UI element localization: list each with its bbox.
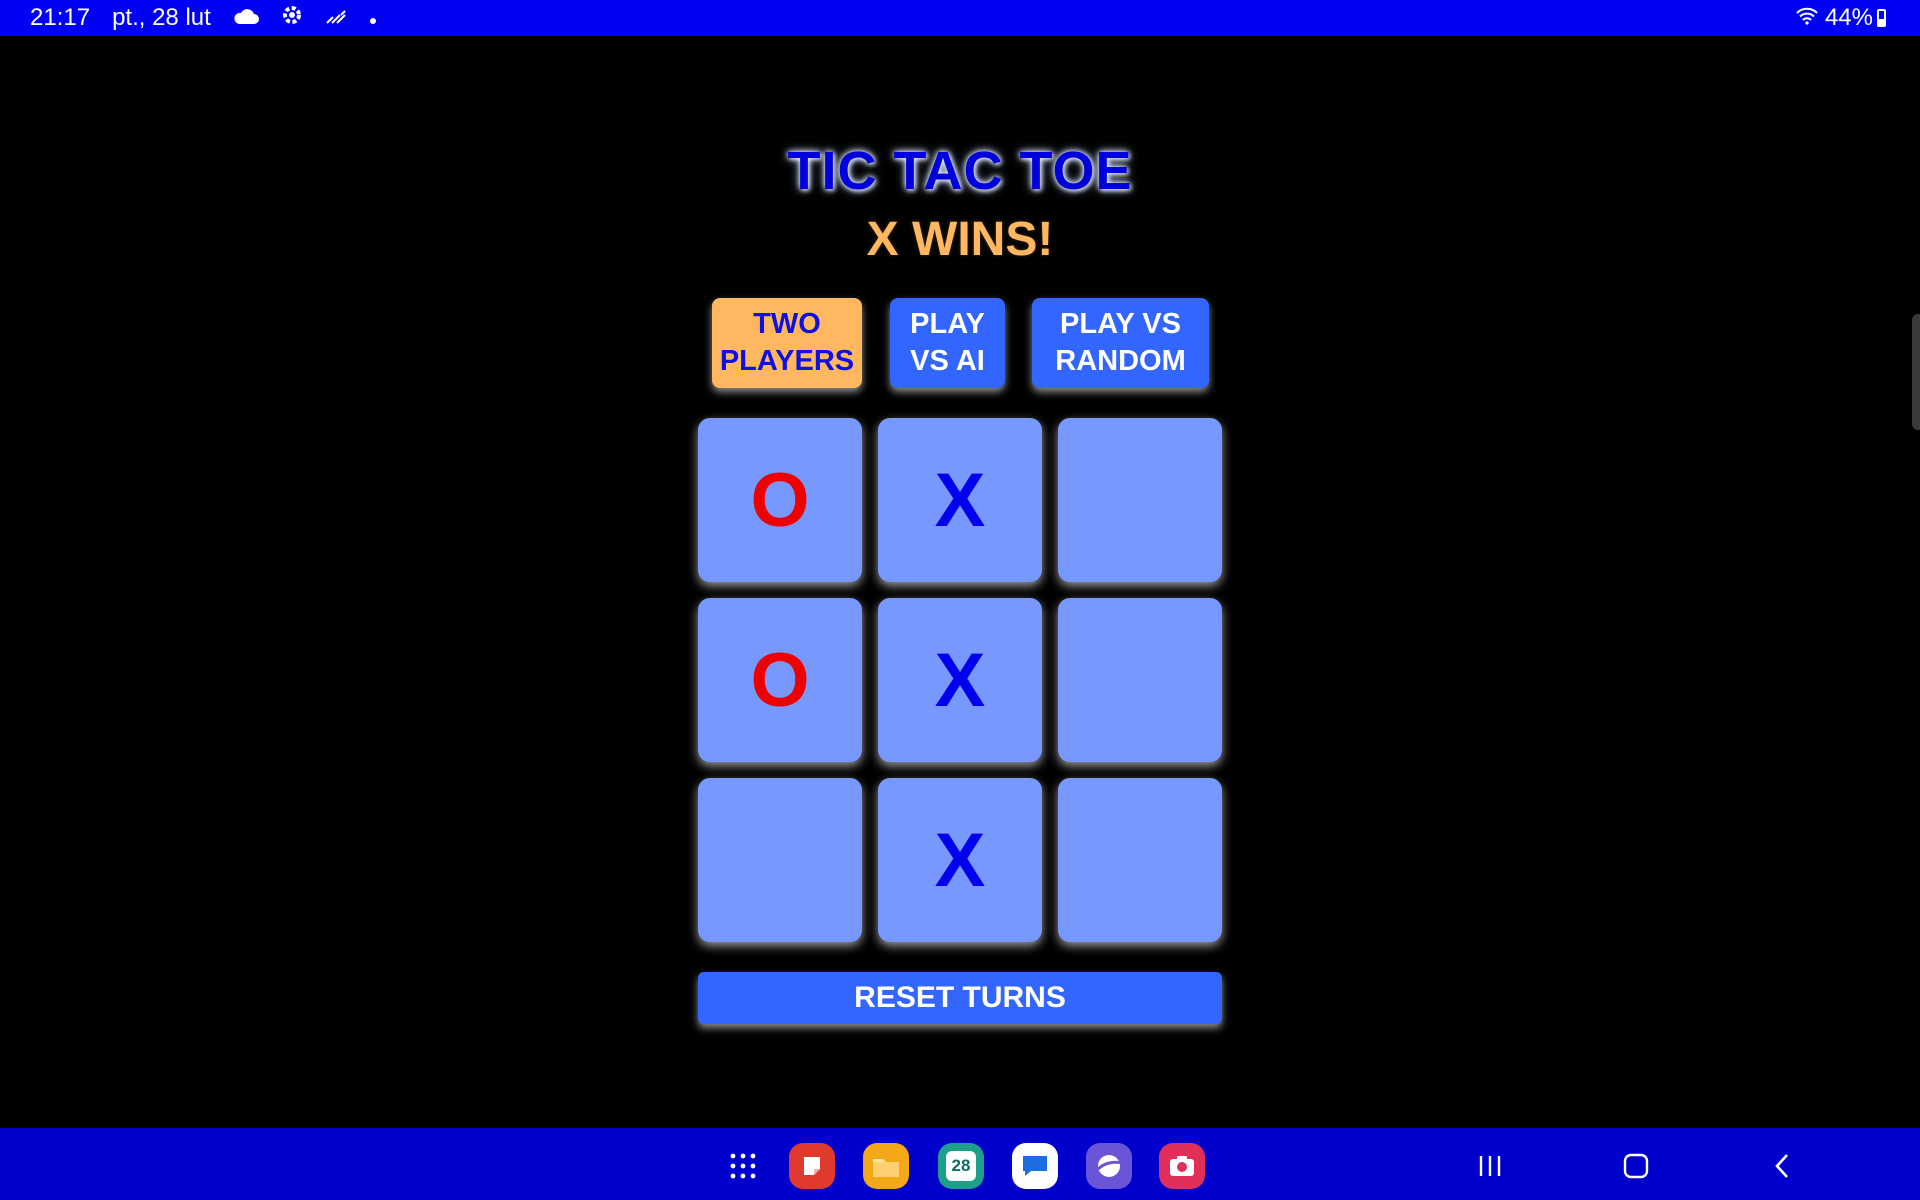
back-icon[interactable] [1762, 1146, 1802, 1186]
reset-turns-button[interactable]: RESET TURNS [698, 972, 1222, 1024]
board-cell-1-1[interactable]: X [878, 598, 1042, 762]
dot-icon [369, 5, 377, 31]
board-cell-0-1[interactable]: X [878, 418, 1042, 582]
board-cell-1-2[interactable] [1058, 598, 1222, 762]
board-cell-2-0[interactable] [698, 778, 862, 942]
status-bar-left: 21:17 pt., 28 lut [30, 0, 399, 36]
home-icon[interactable] [1616, 1146, 1656, 1186]
calendar-day: 28 [946, 1151, 976, 1181]
cloud-icon [233, 5, 259, 31]
game-status: X WINS! [866, 213, 1054, 266]
clock: 21:17 [30, 4, 91, 31]
files-app-icon[interactable] [863, 1143, 909, 1189]
play-vs-random-button[interactable]: PLAY VS RANDOM [1032, 298, 1209, 388]
battery-percent: 44% [1824, 4, 1873, 31]
camera-app-icon[interactable] [1159, 1143, 1205, 1189]
wifi-icon [1795, 4, 1819, 32]
browser-app-icon[interactable] [1086, 1143, 1132, 1189]
calendar-app-icon[interactable]: 28 [938, 1143, 984, 1189]
board-cell-1-0[interactable]: O [698, 598, 862, 762]
status-bar-right: 44% [1795, 0, 1886, 36]
board-cell-2-1[interactable]: X [878, 778, 1042, 942]
status-bar: 21:17 pt., 28 lut 44% [0, 0, 1920, 36]
apps-grid-icon[interactable] [720, 1143, 766, 1189]
play-vs-ai-button[interactable]: PLAY VS AI [890, 298, 1005, 388]
date: pt., 28 lut [112, 4, 211, 31]
battery-icon [1877, 9, 1886, 27]
board-cell-0-0[interactable]: O [698, 418, 862, 582]
game-title: TIC TAC TOE [787, 141, 1133, 201]
gear-icon [281, 4, 303, 32]
messages-app-icon[interactable] [1012, 1143, 1058, 1189]
weather-icon [325, 5, 347, 31]
edge-panel-handle[interactable] [1912, 314, 1920, 430]
notes-app-icon[interactable] [789, 1143, 835, 1189]
recents-icon[interactable] [1470, 1146, 1510, 1186]
two-players-button[interactable]: TWO PLAYERS [712, 298, 862, 388]
board-cell-2-2[interactable] [1058, 778, 1222, 942]
board-cell-0-2[interactable] [1058, 418, 1222, 582]
